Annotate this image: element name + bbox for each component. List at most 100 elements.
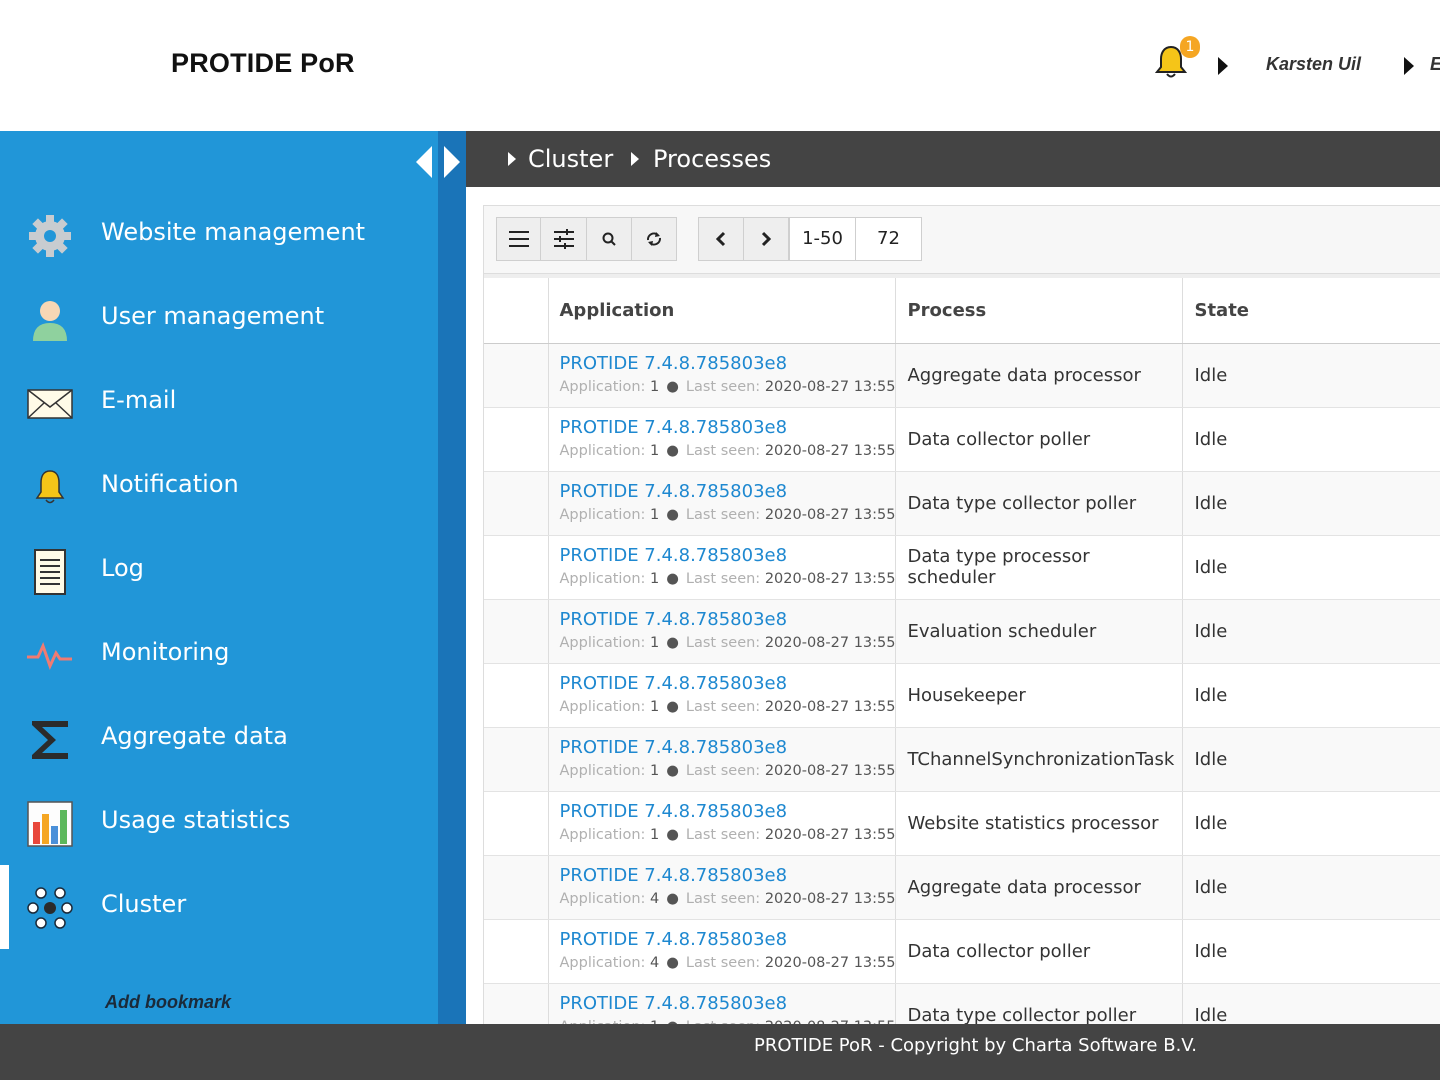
sidebar-item-label: Website management bbox=[101, 218, 366, 246]
app-title: PROTIDE PoR bbox=[171, 48, 355, 78]
sidebar-item-log[interactable]: Log bbox=[0, 529, 438, 613]
application-link[interactable]: PROTIDE 7.4.8.785803e8 bbox=[560, 353, 896, 375]
application-meta: Application: 1 ● Last seen: 2020-08-27 13:… bbox=[560, 441, 896, 461]
last-seen-label: Last seen: bbox=[685, 891, 761, 907]
menu-button[interactable] bbox=[496, 217, 541, 261]
table-row[interactable]: PROTIDE 7.4.8.785803e8 Application: 1 ● Las… bbox=[484, 663, 1440, 728]
row-select-cell[interactable] bbox=[484, 663, 549, 728]
application-link[interactable]: PROTIDE 7.4.8.785803e8 bbox=[560, 929, 896, 951]
row-select-cell[interactable] bbox=[484, 791, 549, 856]
top-header: PROTIDE PoR 1 Karsten Uil E bbox=[0, 0, 1440, 131]
column-header-state[interactable]: State bbox=[1182, 274, 1440, 344]
separator-dot: ● bbox=[666, 699, 679, 715]
separator-dot: ● bbox=[666, 443, 679, 459]
application-link[interactable]: PROTIDE 7.4.8.785803e8 bbox=[560, 737, 896, 759]
next-page-button[interactable] bbox=[743, 217, 789, 261]
separator-dot: ● bbox=[666, 571, 679, 587]
breadcrumb-cluster[interactable]: Cluster bbox=[528, 145, 613, 173]
sidebar-item-website-management[interactable]: Website management bbox=[0, 193, 438, 277]
sidebar-collapse-strip[interactable] bbox=[438, 131, 466, 1024]
table-row[interactable]: PROTIDE 7.4.8.785803e8 Application: 1 ● Las… bbox=[484, 471, 1440, 536]
table-row[interactable]: PROTIDE 7.4.8.785803e8 Application: 1 ● Las… bbox=[484, 407, 1440, 472]
page-range: 1-50 bbox=[789, 217, 856, 261]
last-seen-value: 2020-08-27 13:55 bbox=[764, 955, 896, 971]
previous-page-button[interactable] bbox=[698, 217, 744, 261]
application-number: 1 bbox=[650, 635, 660, 651]
breadcrumb-caret-icon bbox=[631, 152, 639, 166]
application-meta: Application: 4 ● Last seen: 2020-08-27 13:… bbox=[560, 953, 896, 973]
application-link[interactable]: PROTIDE 7.4.8.785803e8 bbox=[560, 417, 896, 439]
column-header-application[interactable]: Application bbox=[548, 274, 897, 344]
sidebar-item-user-management[interactable]: User management bbox=[0, 277, 438, 361]
row-select-cell[interactable] bbox=[484, 471, 549, 536]
notification-caret-icon[interactable] bbox=[1218, 57, 1228, 75]
user-menu-caret-icon[interactable] bbox=[1404, 57, 1414, 75]
row-select-cell[interactable] bbox=[484, 343, 549, 408]
application-link[interactable]: PROTIDE 7.4.8.785803e8 bbox=[560, 993, 896, 1015]
collapse-left-icon[interactable] bbox=[416, 146, 432, 178]
last-seen-label: Last seen: bbox=[685, 571, 761, 587]
application-meta: Application: 1 ● Last seen: 2020-08-27 13:… bbox=[560, 569, 896, 589]
application-cell: PROTIDE 7.4.8.785803e8 Application: 4 ● Las… bbox=[548, 855, 897, 920]
sidebar-item-notification[interactable]: Notification bbox=[0, 445, 438, 529]
envelope-icon bbox=[26, 381, 74, 427]
table-row[interactable]: PROTIDE 7.4.8.785803e8 Application: 4 ● Las… bbox=[484, 855, 1440, 920]
last-seen-value: 2020-08-27 13:55 bbox=[764, 379, 896, 395]
notification-badge: 1 bbox=[1180, 36, 1200, 58]
filter-settings-button[interactable] bbox=[540, 217, 587, 261]
last-seen-label: Last seen: bbox=[685, 827, 761, 843]
sidebar-item-aggregate-data[interactable]: Aggregate data bbox=[0, 697, 438, 781]
add-bookmark-link[interactable]: Add bookmark bbox=[105, 992, 231, 1013]
sliders-icon bbox=[553, 229, 574, 249]
sidebar-item-label: Cluster bbox=[101, 890, 187, 918]
row-select-cell[interactable] bbox=[484, 535, 549, 600]
table-row[interactable]: PROTIDE 7.4.8.785803e8 Application: 1 ● Las… bbox=[484, 535, 1440, 600]
user-name-link[interactable]: Karsten Uil bbox=[1266, 54, 1361, 75]
search-button[interactable] bbox=[586, 217, 632, 261]
application-meta: Application: 1 ● Last seen: 2020-08-27 13:… bbox=[560, 761, 896, 781]
sidebar-item-cluster[interactable]: Cluster bbox=[0, 865, 438, 949]
application-meta: Application: 1 ● Last seen: 2020-08-27 13:… bbox=[560, 825, 896, 845]
table-row[interactable]: PROTIDE 7.4.8.785803e8 Application: 4 ● Las… bbox=[484, 919, 1440, 984]
sidebar-item-email[interactable]: E-mail bbox=[0, 361, 438, 445]
table-row[interactable]: PROTIDE 7.4.8.785803e8 Application: 1 ● Las… bbox=[484, 599, 1440, 664]
process-cell: Housekeeper bbox=[895, 663, 1184, 728]
application-link[interactable]: PROTIDE 7.4.8.785803e8 bbox=[560, 673, 896, 695]
application-cell: PROTIDE 7.4.8.785803e8 Application: 1 ● Las… bbox=[548, 727, 897, 792]
grid-toolbar: 1-50 72 bbox=[484, 206, 1440, 274]
row-select-cell[interactable] bbox=[484, 407, 549, 472]
process-cell: Aggregate data processor bbox=[895, 343, 1184, 408]
row-select-cell[interactable] bbox=[484, 855, 549, 920]
table-row[interactable]: PROTIDE 7.4.8.785803e8 Application: 1 ● Las… bbox=[484, 727, 1440, 792]
last-seen-value: 2020-08-27 13:55 bbox=[764, 699, 896, 715]
table-row[interactable]: PROTIDE 7.4.8.785803e8 Application: 1 ● Las… bbox=[484, 791, 1440, 856]
state-cell: Idle bbox=[1182, 727, 1440, 792]
application-cell: PROTIDE 7.4.8.785803e8 Application: 1 ● Las… bbox=[548, 407, 897, 472]
table-row[interactable]: PROTIDE 7.4.8.785803e8 Application: 1 ● Las… bbox=[484, 343, 1440, 408]
state-cell: Idle bbox=[1182, 855, 1440, 920]
separator-dot: ● bbox=[666, 379, 679, 395]
language-link[interactable]: E bbox=[1430, 54, 1440, 75]
application-number: 1 bbox=[650, 507, 660, 523]
application-meta-label: Application: bbox=[559, 507, 646, 523]
refresh-button[interactable] bbox=[631, 217, 677, 261]
row-select-cell[interactable] bbox=[484, 599, 549, 664]
processes-panel: 1-50 72 Application Process State PROTID… bbox=[483, 205, 1440, 1048]
column-header-process[interactable]: Process bbox=[895, 274, 1184, 344]
sidebar-item-monitoring[interactable]: Monitoring bbox=[0, 613, 438, 697]
user-icon bbox=[26, 297, 74, 343]
application-link[interactable]: PROTIDE 7.4.8.785803e8 bbox=[560, 801, 896, 823]
row-select-cell[interactable] bbox=[484, 727, 549, 792]
application-link[interactable]: PROTIDE 7.4.8.785803e8 bbox=[560, 609, 896, 631]
row-select-cell[interactable] bbox=[484, 919, 549, 984]
application-link[interactable]: PROTIDE 7.4.8.785803e8 bbox=[560, 865, 896, 887]
application-meta: Application: 1 ● Last seen: 2020-08-27 13:… bbox=[560, 633, 896, 653]
breadcrumb-processes[interactable]: Processes bbox=[653, 145, 771, 173]
application-meta-label: Application: bbox=[559, 635, 646, 651]
expand-right-icon[interactable] bbox=[444, 146, 460, 178]
search-icon bbox=[602, 232, 616, 246]
sidebar-item-label: E-mail bbox=[101, 386, 177, 414]
sidebar-item-usage-statistics[interactable]: Usage statistics bbox=[0, 781, 438, 865]
application-link[interactable]: PROTIDE 7.4.8.785803e8 bbox=[560, 481, 896, 503]
application-link[interactable]: PROTIDE 7.4.8.785803e8 bbox=[560, 545, 896, 567]
